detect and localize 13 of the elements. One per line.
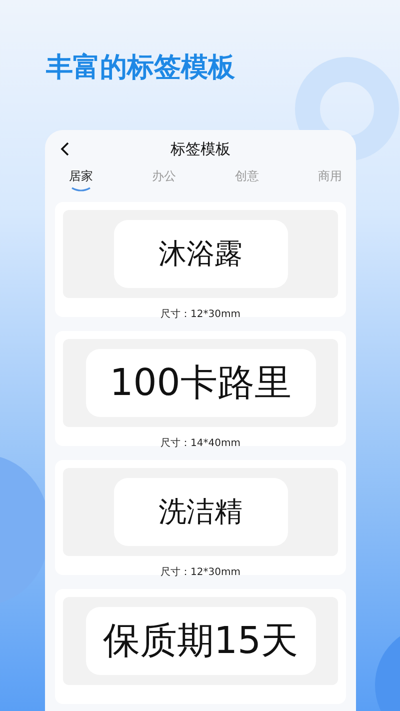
back-icon[interactable]: [60, 142, 70, 156]
category-tab[interactable]: 居家: [69, 168, 93, 194]
template-card[interactable]: 保质期15天: [55, 589, 346, 704]
label-preview: 沐浴露: [114, 220, 288, 288]
screen-title: 标签模板: [170, 140, 230, 158]
headline: 丰富的标签模板: [46, 51, 236, 85]
label-preview: 洗洁精: [114, 478, 288, 546]
template-card[interactable]: 洗洁精 尺寸：12*30mm: [55, 460, 346, 575]
template-card[interactable]: 100卡路里 尺寸：14*40mm: [55, 331, 346, 446]
tab-underline-icon: [71, 187, 91, 192]
label-preview: 保质期15天: [86, 607, 316, 675]
template-card[interactable]: 沐浴露 尺寸：12*30mm: [55, 202, 346, 317]
label-preview: 100卡路里: [86, 349, 316, 417]
